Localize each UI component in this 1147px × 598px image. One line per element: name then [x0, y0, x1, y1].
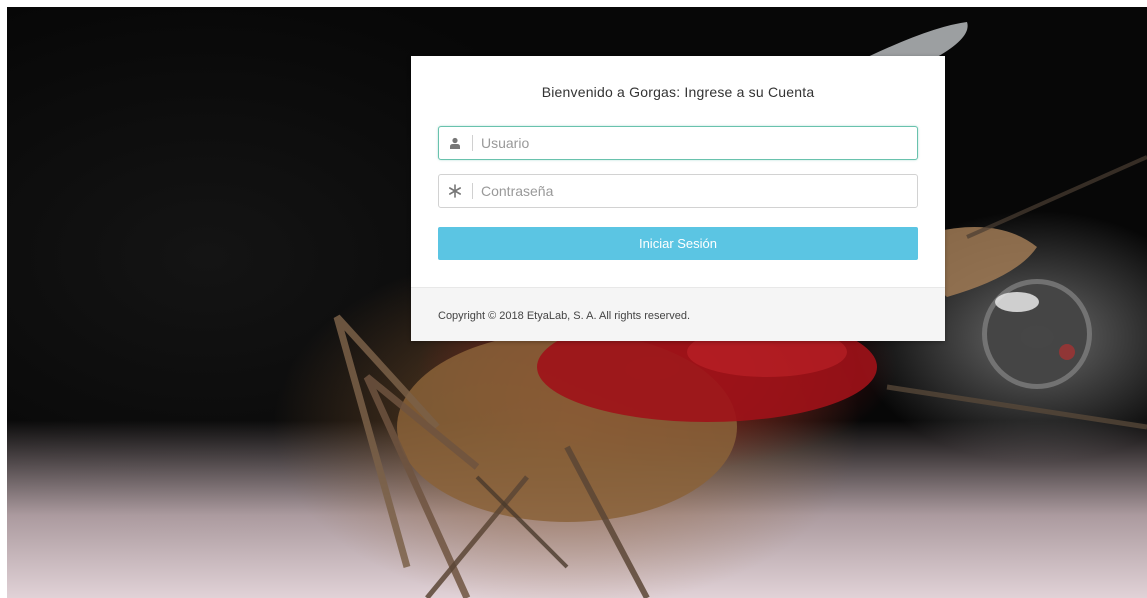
field-divider [472, 135, 473, 151]
user-icon [439, 127, 471, 159]
copyright-text: Copyright © 2018 EtyaLab, S. A. All righ… [438, 310, 691, 322]
field-divider [472, 183, 473, 199]
password-input[interactable] [481, 175, 911, 207]
username-input[interactable] [481, 127, 911, 159]
password-field[interactable] [438, 174, 918, 208]
card-footer: Copyright © 2018 EtyaLab, S. A. All righ… [411, 287, 945, 341]
login-card: Bienvenido a Gorgas: Ingrese a su Cuenta [411, 56, 945, 341]
page: Bienvenido a Gorgas: Ingrese a su Cuenta [0, 0, 1147, 598]
asterisk-icon [439, 175, 471, 207]
username-field[interactable] [438, 126, 918, 160]
login-button[interactable]: Iniciar Sesión [438, 227, 918, 260]
login-title: Bienvenido a Gorgas: Ingrese a su Cuenta [541, 84, 815, 100]
